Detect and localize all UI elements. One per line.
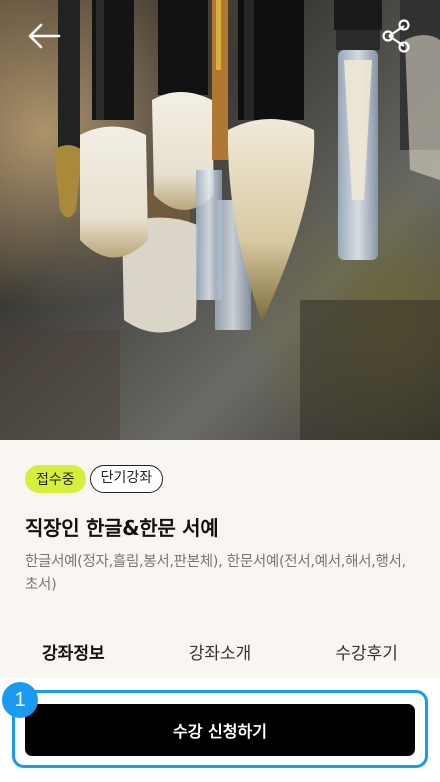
course-type-badge: 단기강좌 (89, 465, 164, 493)
tab-reviews[interactable]: 수강후기 (293, 640, 440, 678)
course-title: 직장인 한글&한문 서예 (25, 516, 219, 540)
share-button[interactable] (374, 14, 418, 58)
calligraphy-brushes-photo (0, 0, 440, 440)
tab-bar: 강좌정보 강좌소개 수강후기 (0, 640, 440, 678)
back-button[interactable] (22, 14, 66, 58)
enroll-button[interactable]: 수강 신청하기 (25, 704, 415, 756)
status-badge: 접수중 (25, 465, 86, 493)
course-description: 한글서예(정자,흘림,봉서,판본체), 한문서예(전서,예서,해서,행서,초서) (25, 554, 406, 593)
bottom-action-bar: 수강 신청하기 (0, 678, 440, 782)
tab-course-intro[interactable]: 강좌소개 (147, 640, 294, 678)
tab-course-info[interactable]: 강좌정보 (0, 640, 147, 678)
step-marker: 1 (2, 682, 38, 718)
hero-image (0, 0, 440, 440)
share-icon (382, 19, 410, 53)
badge-group: 접수중 단기강좌 (25, 465, 164, 493)
arrow-left-icon (28, 23, 61, 49)
